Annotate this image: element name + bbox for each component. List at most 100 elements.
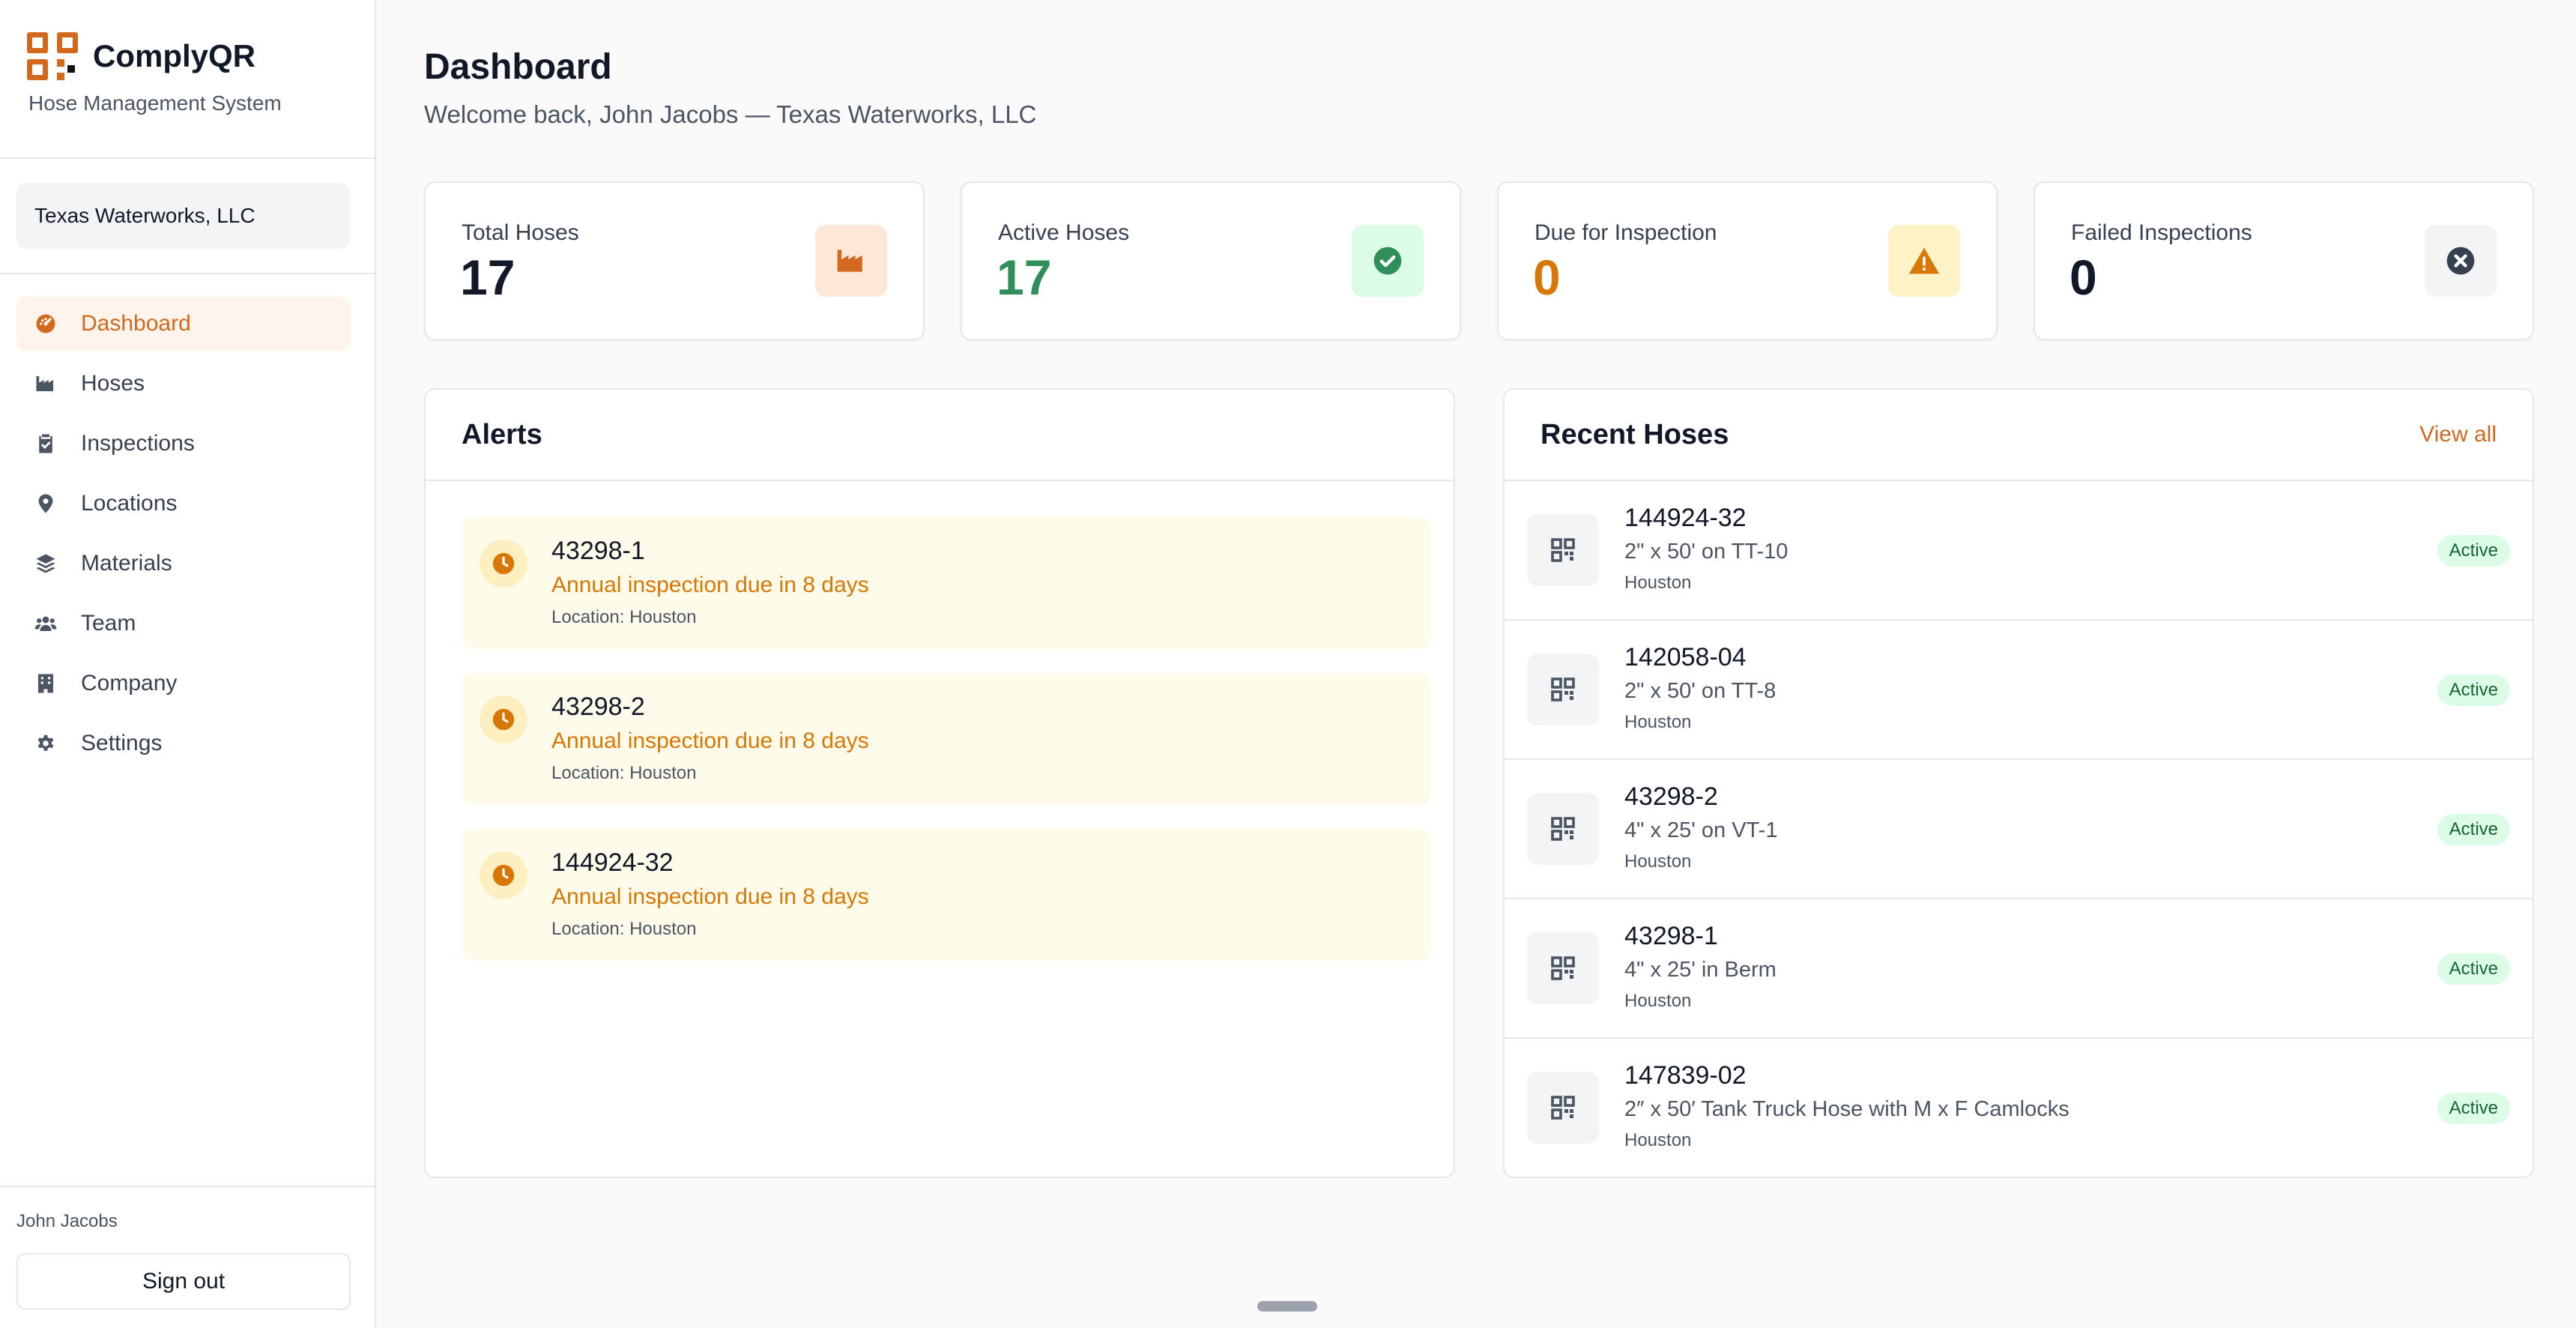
- hose-description: 4" x 25' in Berm: [1624, 958, 1777, 982]
- divider: [0, 157, 375, 159]
- stat-value: 0: [1533, 250, 1561, 305]
- hose-description: 2" x 50' on TT-8: [1624, 679, 1777, 703]
- nav-label: Company: [81, 671, 178, 695]
- hose-id: 43298-1: [1624, 922, 1718, 950]
- hose-row[interactable]: 144924-32 2" x 50' on TT-10 Houston Acti…: [1505, 481, 2533, 621]
- layers-icon: [33, 551, 58, 576]
- status-badge: Active: [2437, 953, 2510, 985]
- sidebar: ComplyQR Hose Management System Texas Wa…: [0, 0, 376, 1328]
- hose-location: Houston: [1624, 1130, 1692, 1150]
- nav-label: Materials: [81, 551, 172, 576]
- recent-hoses-list: 144924-32 2" x 50' on TT-10 Houston Acti…: [1505, 481, 2533, 1177]
- users-icon: [33, 611, 58, 636]
- nav-label: Locations: [81, 491, 178, 516]
- alert-item[interactable]: 43298-2 Annual inspection due in 8 days …: [462, 673, 1431, 805]
- check-circle-icon: [1352, 225, 1424, 297]
- hose-row[interactable]: 43298-2 4" x 25' on VT-1 Houston Active: [1505, 760, 2533, 899]
- alert-message: Annual inspection due in 8 days: [551, 573, 869, 597]
- hose-id: 43298-2: [1624, 782, 1718, 811]
- stat-label: Failed Inspections: [2071, 220, 2252, 245]
- clock-icon: [480, 851, 527, 899]
- nav-item-settings[interactable]: Settings: [16, 716, 351, 770]
- alert-item[interactable]: 43298-1 Annual inspection due in 8 days …: [462, 517, 1431, 649]
- qr-code-icon: [1527, 514, 1599, 586]
- hose-id: 147839-02: [1624, 1061, 1747, 1090]
- nav-item-materials[interactable]: Materials: [16, 537, 351, 591]
- map-pin-icon: [33, 491, 58, 516]
- alert-item[interactable]: 144924-32 Annual inspection due in 8 day…: [462, 829, 1431, 961]
- drag-handle[interactable]: [1257, 1301, 1317, 1312]
- panel-header: Alerts: [426, 390, 1454, 481]
- alert-hose-id: 144924-32: [551, 848, 674, 877]
- alerts-panel: Alerts 43298-1 Annual inspection due in …: [424, 388, 1455, 1178]
- hose-row[interactable]: 142058-04 2" x 50' on TT-8 Houston Activ…: [1505, 621, 2533, 760]
- status-badge: Active: [2437, 814, 2510, 845]
- stat-label: Due for Inspection: [1535, 220, 1717, 245]
- hose-id: 142058-04: [1624, 643, 1747, 671]
- stat-card-failed-inspections: Failed Inspections 0: [2034, 181, 2534, 340]
- industry-icon: [815, 225, 887, 297]
- sign-out-button[interactable]: Sign out: [16, 1253, 351, 1310]
- recent-hoses-title: Recent Hoses: [1541, 418, 1729, 450]
- nav-label: Hoses: [81, 371, 145, 396]
- nav-item-hoses[interactable]: Hoses: [16, 357, 351, 411]
- clipboard-check-icon: [33, 431, 58, 456]
- status-badge: Active: [2437, 1093, 2510, 1124]
- qr-logo-icon: [27, 32, 78, 80]
- warning-icon: [1888, 225, 1960, 297]
- hose-description: 2" x 50' on TT-10: [1624, 540, 1789, 564]
- view-all-link[interactable]: View all: [2419, 422, 2497, 447]
- stat-card-active-hoses: Active Hoses 17: [961, 181, 1461, 340]
- alert-location: Location: Houston: [551, 607, 697, 627]
- main-nav: Dashboard Hoses Inspections Locations Ma…: [16, 297, 351, 776]
- nav-label: Settings: [81, 731, 163, 755]
- stat-card-due-for-inspection: Due for Inspection 0: [1497, 181, 1998, 340]
- qr-code-icon: [1527, 793, 1599, 865]
- panel-header: Recent Hoses View all: [1505, 390, 2533, 481]
- dashboard-icon: [33, 311, 58, 336]
- brand-name: ComplyQR: [93, 38, 256, 73]
- clock-icon: [480, 695, 527, 743]
- hose-id: 144924-32: [1624, 504, 1747, 532]
- recent-hoses-panel: Recent Hoses View all 144924-32 2" x 50'…: [1503, 388, 2534, 1178]
- alert-message: Annual inspection due in 8 days: [551, 884, 869, 909]
- brand[interactable]: ComplyQR: [27, 30, 256, 82]
- page-title: Dashboard: [424, 47, 612, 87]
- building-icon: [33, 671, 58, 696]
- alert-hose-id: 43298-2: [551, 692, 645, 721]
- divider: [0, 273, 375, 274]
- hose-description: 4" x 25' on VT-1: [1624, 818, 1778, 842]
- nav-item-dashboard[interactable]: Dashboard: [16, 297, 351, 351]
- clock-icon: [480, 540, 527, 588]
- alert-message: Annual inspection due in 8 days: [551, 728, 869, 753]
- company-selector[interactable]: Texas Waterworks, LLC: [16, 183, 351, 249]
- hose-row[interactable]: 147839-02 2″ x 50′ Tank Truck Hose with …: [1505, 1039, 2533, 1177]
- stat-label: Active Hoses: [998, 220, 1130, 245]
- stat-value: 0: [2069, 250, 2097, 305]
- nav-item-locations[interactable]: Locations: [16, 477, 351, 531]
- status-badge: Active: [2437, 674, 2510, 706]
- stat-value: 17: [997, 250, 1052, 305]
- x-circle-icon: [2425, 225, 2497, 297]
- alert-location: Location: Houston: [551, 763, 697, 783]
- alert-hose-id: 43298-1: [551, 537, 645, 565]
- alerts-title: Alerts: [462, 418, 542, 450]
- welcome-message: Welcome back, John Jacobs — Texas Waterw…: [424, 100, 1037, 128]
- industry-icon: [33, 371, 58, 396]
- gear-icon: [33, 731, 58, 756]
- nav-item-inspections[interactable]: Inspections: [16, 417, 351, 471]
- user-name: John Jacobs: [16, 1211, 118, 1231]
- nav-item-company[interactable]: Company: [16, 657, 351, 710]
- hose-description: 2″ x 50′ Tank Truck Hose with M x F Caml…: [1624, 1097, 2069, 1121]
- divider: [0, 1186, 375, 1187]
- status-badge: Active: [2437, 535, 2510, 567]
- hose-row[interactable]: 43298-1 4" x 25' in Berm Houston Active: [1505, 899, 2533, 1039]
- qr-code-icon: [1527, 932, 1599, 1004]
- nav-item-team[interactable]: Team: [16, 597, 351, 651]
- stat-value: 17: [460, 250, 515, 305]
- hose-location: Houston: [1624, 991, 1692, 1011]
- qr-code-icon: [1527, 654, 1599, 725]
- brand-subtitle: Hose Management System: [28, 91, 282, 115]
- nav-label: Team: [81, 611, 136, 636]
- nav-label: Dashboard: [81, 311, 191, 336]
